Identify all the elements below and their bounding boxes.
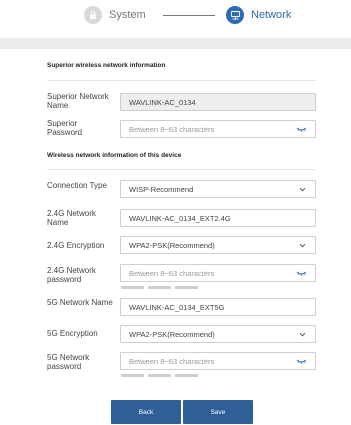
eye-closed-icon[interactable] (296, 358, 307, 365)
chevron-down-icon (299, 332, 306, 337)
network-icon (226, 6, 244, 24)
g5-network-name-value: WAVLINK-AC_0134_EXT5G (129, 302, 225, 312)
connection-type-label: Connection Type (47, 181, 107, 190)
setup-stepper: System Network (0, 0, 351, 34)
superior-section-title: Superior wireless network information (47, 62, 166, 69)
g24-encryption-value: WPA2-PSK(Recommend) (129, 240, 215, 250)
g5-password-strength-meter (121, 374, 198, 377)
g24-encryption-label: 2.4G Encryption (47, 241, 105, 250)
g5-network-name-label: 5G Network Name (47, 298, 113, 307)
g24-network-name-value: WAVLINK-AC_0134_EXT2.4G (129, 213, 231, 223)
connection-type-value: WISP-Recommend (129, 184, 194, 194)
strength-segment (121, 286, 144, 289)
connection-type-select[interactable]: WISP-Recommend (120, 180, 316, 198)
g5-encryption-value: WPA2-PSK(Recommend) (129, 329, 215, 339)
g24-network-name-input[interactable]: WAVLINK-AC_0134_EXT2.4G (120, 209, 316, 227)
g24-password-strength-meter (121, 286, 198, 289)
step-system-label: System (109, 9, 146, 21)
g5-password-placeholder: Between 8~63 characters (129, 356, 215, 366)
header-divider (0, 38, 351, 49)
g24-password-label: 2.4G Network password (47, 266, 96, 284)
chevron-down-icon (299, 187, 306, 192)
step-connector (163, 15, 215, 16)
g5-network-name-input[interactable]: WAVLINK-AC_0134_EXT5G (120, 298, 316, 316)
device-section-rule (47, 169, 316, 170)
save-button[interactable]: Save (183, 400, 253, 424)
superior-password-placeholder: Between 8~63 characters (129, 124, 215, 134)
strength-segment (121, 374, 144, 377)
g5-encryption-label: 5G Encryption (47, 329, 98, 338)
g5-password-label: 5G Network password (47, 353, 90, 371)
eye-closed-icon[interactable] (296, 126, 307, 133)
superior-section-rule (47, 80, 316, 81)
g5-password-input[interactable]: Between 8~63 characters (120, 352, 316, 370)
back-button[interactable]: Back (111, 400, 181, 424)
g24-encryption-select[interactable]: WPA2-PSK(Recommend) (120, 236, 316, 254)
strength-segment (175, 374, 198, 377)
g24-password-placeholder: Between 8~63 characters (129, 268, 215, 278)
device-section-title: Wireless network information of this dev… (47, 152, 182, 159)
step-network-label: Network (251, 9, 292, 21)
superior-network-name-label: Superior Network Name (47, 92, 109, 110)
strength-segment (175, 286, 198, 289)
step-network: Network (226, 6, 291, 24)
superior-network-name-value: WAVLINK-AC_0134 (129, 97, 196, 107)
g24-password-input[interactable]: Between 8~63 characters (120, 264, 316, 282)
strength-segment (148, 286, 171, 289)
step-system: System (84, 6, 146, 24)
superior-password-input[interactable]: Between 8~63 characters (120, 120, 316, 138)
lock-icon (84, 6, 102, 24)
superior-network-name-field: WAVLINK-AC_0134 (120, 93, 316, 111)
strength-segment (148, 374, 171, 377)
eye-closed-icon[interactable] (296, 270, 307, 277)
g5-encryption-select[interactable]: WPA2-PSK(Recommend) (120, 325, 316, 343)
superior-password-label: Superior Password (47, 119, 83, 137)
g24-network-name-label: 2.4G Network Name (47, 209, 96, 227)
chevron-down-icon (299, 243, 306, 248)
